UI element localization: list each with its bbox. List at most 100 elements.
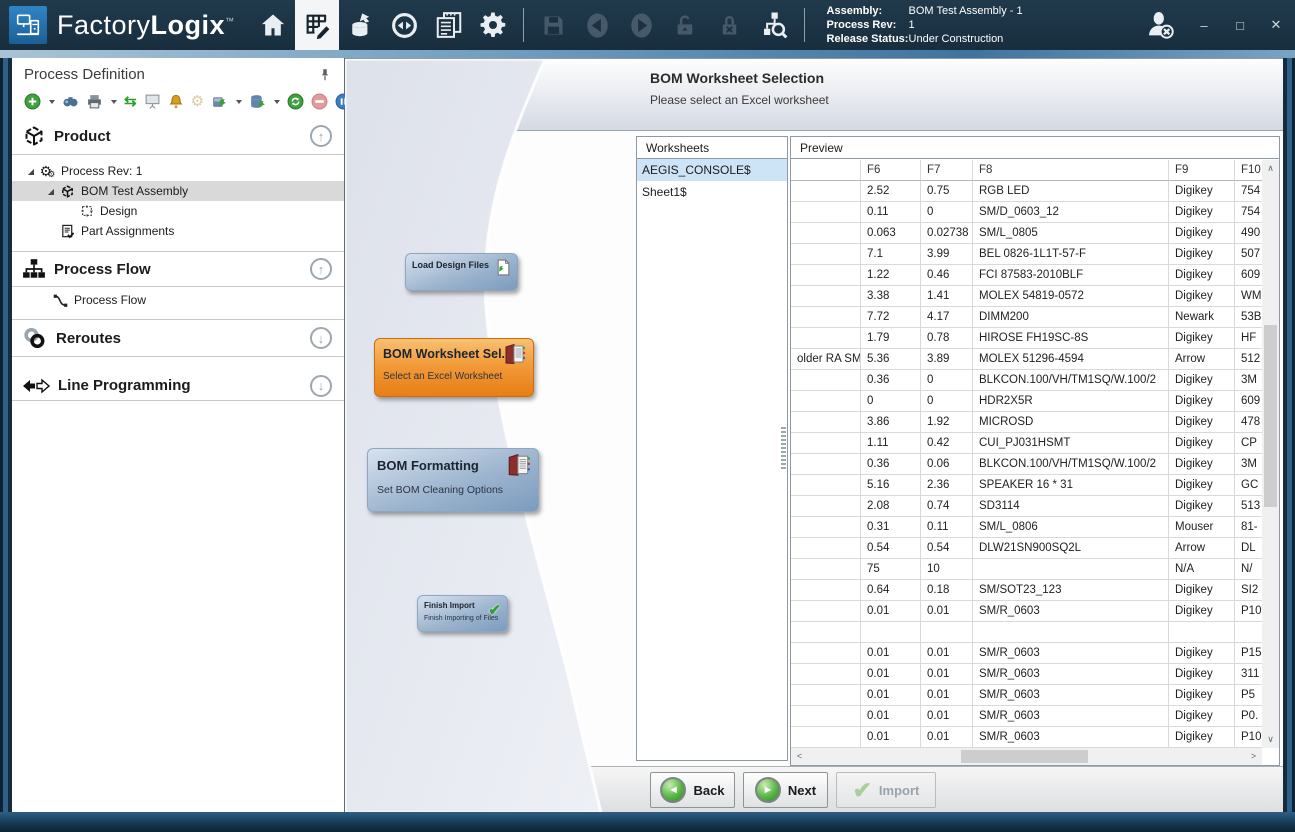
- section-line-programming[interactable]: Line Programming ↓: [12, 371, 344, 400]
- table-row[interactable]: 0.360.06BLKCON.100/VH/TM1SQ/W.100/2Digik…: [791, 454, 1262, 475]
- database-export-button[interactable]: [249, 93, 266, 110]
- wizard-step-finish-import[interactable]: Finish Import Finish Importing of Files …: [417, 595, 508, 632]
- column-header[interactable]: F9: [1169, 160, 1235, 181]
- next-button[interactable]: ► Next: [743, 772, 828, 808]
- collapse-up-button[interactable]: ↑: [310, 125, 332, 147]
- wizard-step-load-design-files[interactable]: Load Design Files: [405, 253, 518, 291]
- print-dropdown-caret[interactable]: [111, 100, 117, 104]
- table-row[interactable]: 7510N/AN/: [791, 559, 1262, 580]
- column-header[interactable]: F10: [1235, 160, 1262, 181]
- section-process-flow[interactable]: Process Flow ↑: [12, 252, 344, 286]
- export-button[interactable]: [211, 93, 228, 110]
- horizontal-scrollbar[interactable]: < >: [791, 748, 1262, 765]
- pin-icon[interactable]: [318, 67, 332, 82]
- tree-item-process-flow[interactable]: Process Flow: [12, 287, 344, 313]
- lock-release-button[interactable]: [708, 0, 752, 50]
- table-row[interactable]: 1.220.46FCI 87583-2010BLFDigikey609: [791, 265, 1262, 286]
- stop-button[interactable]: [311, 93, 328, 110]
- table-row[interactable]: 7.724.17DIMM200Newark53B: [791, 307, 1262, 328]
- table-row[interactable]: 2.080.74SD3114Digikey513: [791, 496, 1262, 517]
- table-row[interactable]: 3.861.92MICROSDDigikey478: [791, 412, 1262, 433]
- import-button[interactable]: ✔ Import: [836, 772, 936, 808]
- material-load-button[interactable]: [339, 0, 383, 50]
- table-row[interactable]: 0.010.01SM/R_0603DigikeyP10: [791, 727, 1262, 748]
- worksheet-item[interactable]: AEGIS_CONSOLE$: [637, 159, 787, 181]
- scroll-right-icon[interactable]: >: [1245, 748, 1262, 765]
- table-row[interactable]: 0.360BLKCON.100/VH/TM1SQ/W.100/2Digikey3…: [791, 370, 1262, 391]
- table-row[interactable]: 1.790.78HIROSE FH19SC-8SDigikeyHF: [791, 328, 1262, 349]
- save-button[interactable]: [532, 0, 576, 50]
- process-definition-button[interactable]: [295, 0, 339, 50]
- unlock-button[interactable]: [664, 0, 708, 50]
- tree-item-process-rev[interactable]: ◢ ⚙⚙ Process Rev: 1: [12, 161, 344, 181]
- tree-item-part-assignments[interactable]: Part Assignments: [12, 221, 344, 241]
- tree-item-design[interactable]: Design: [12, 201, 344, 221]
- table-row[interactable]: 1.110.42CUI_PJ031HSMTDigikeyCP: [791, 433, 1262, 454]
- export-dropdown-caret[interactable]: [236, 100, 242, 104]
- column-header[interactable]: F6: [861, 160, 921, 181]
- logout-user-icon[interactable]: [1143, 8, 1177, 42]
- table-row[interactable]: 0.010.01SM/R_0603Digikey311: [791, 664, 1262, 685]
- expander-icon[interactable]: ◢: [46, 187, 56, 196]
- forward-history-button[interactable]: [620, 0, 664, 50]
- table-row[interactable]: 0.540.54DLW21SN900SQ2LArrowDL: [791, 538, 1262, 559]
- collapse-up-button[interactable]: ↑: [310, 258, 332, 280]
- table-row[interactable]: 0.640.18SM/SOT23_123DigikeySI2: [791, 580, 1262, 601]
- table-cell: FCI 87583-2010BLF: [973, 265, 1169, 286]
- where-used-search-button[interactable]: [752, 0, 796, 50]
- documents-button[interactable]: [427, 0, 471, 50]
- scroll-up-icon[interactable]: ∧: [1262, 160, 1279, 177]
- settings-faded-button[interactable]: ⚙: [191, 93, 204, 110]
- add-dropdown-caret[interactable]: [49, 100, 55, 104]
- home-button[interactable]: [251, 0, 295, 50]
- add-button[interactable]: [24, 93, 41, 110]
- minimize-button[interactable]: –: [1195, 18, 1213, 33]
- table-row[interactable]: 0.010.01SM/R_0603DigikeyP15: [791, 643, 1262, 664]
- vertical-scroll-thumb[interactable]: [1264, 325, 1277, 507]
- alert-bell-button[interactable]: [168, 93, 184, 110]
- wizard-step-bom-worksheet-selection[interactable]: BOM Worksheet Sel... Select an Excel Wor…: [374, 338, 534, 397]
- table-row[interactable]: older RA SMD5.363.89MOLEX 51296-4594Arro…: [791, 349, 1262, 370]
- expand-down-button[interactable]: ↓: [310, 327, 332, 349]
- table-row[interactable]: 0.310.11SM/L_0806Mouser81-: [791, 517, 1262, 538]
- panel-splitter[interactable]: [781, 427, 786, 469]
- swap-button[interactable]: ⇆: [124, 93, 137, 110]
- tree-item-bom-test-assembly[interactable]: ◢ BOM Test Assembly: [12, 181, 344, 201]
- column-header[interactable]: F7: [921, 160, 973, 181]
- table-row[interactable]: 7.13.99BEL 0826-1L1T-57-FDigikey507: [791, 244, 1262, 265]
- refresh-button[interactable]: [287, 93, 304, 110]
- table-row[interactable]: 00HDR2X5RDigikey609: [791, 391, 1262, 412]
- transfer-button[interactable]: [383, 0, 427, 50]
- back-button[interactable]: ◄ Back: [650, 772, 735, 808]
- vertical-scrollbar[interactable]: ∧ ∨: [1262, 160, 1279, 748]
- presentation-button[interactable]: [144, 93, 161, 110]
- column-header[interactable]: F8: [973, 160, 1169, 181]
- horizontal-scroll-thumb[interactable]: [961, 750, 1088, 763]
- table-row[interactable]: 0.010.01SM/R_0603DigikeyP10: [791, 601, 1262, 622]
- section-product[interactable]: Product ↑: [12, 118, 344, 154]
- section-reroutes[interactable]: Reroutes ↓: [12, 320, 344, 356]
- table-cell: 0.01: [861, 706, 921, 727]
- table-row[interactable]: 2.520.75RGB LEDDigikey754: [791, 181, 1262, 202]
- close-button[interactable]: ✕: [1267, 17, 1285, 33]
- table-row[interactable]: 0.010.01SM/R_0603DigikeyP5: [791, 685, 1262, 706]
- table-row[interactable]: 5.162.36SPEAKER 16 * 31DigikeyGC: [791, 475, 1262, 496]
- table-row[interactable]: [791, 622, 1262, 643]
- table-row[interactable]: 3.381.41MOLEX 54819-0572DigikeyWM: [791, 286, 1262, 307]
- column-header[interactable]: [791, 160, 861, 181]
- database-dropdown-caret[interactable]: [274, 100, 280, 104]
- print-button[interactable]: [86, 93, 103, 110]
- maximize-button[interactable]: □: [1231, 18, 1249, 33]
- expander-icon[interactable]: ◢: [26, 167, 36, 176]
- wizard-step-bom-formatting[interactable]: BOM Formatting Set BOM Cleaning Options: [367, 448, 539, 512]
- table-row[interactable]: 0.110SM/D_0603_12Digikey754: [791, 202, 1262, 223]
- scroll-down-icon[interactable]: ∨: [1262, 731, 1279, 748]
- table-row[interactable]: 0.010.01SM/R_0603DigikeyP0.: [791, 706, 1262, 727]
- expand-down-button[interactable]: ↓: [310, 375, 332, 397]
- table-row[interactable]: 0.0630.02738SM/L_0805Digikey490: [791, 223, 1262, 244]
- back-history-button[interactable]: [576, 0, 620, 50]
- scroll-left-icon[interactable]: <: [791, 748, 808, 765]
- settings-button[interactable]: [471, 0, 515, 50]
- worksheet-item[interactable]: Sheet1$: [637, 181, 787, 203]
- find-button[interactable]: [62, 93, 79, 110]
